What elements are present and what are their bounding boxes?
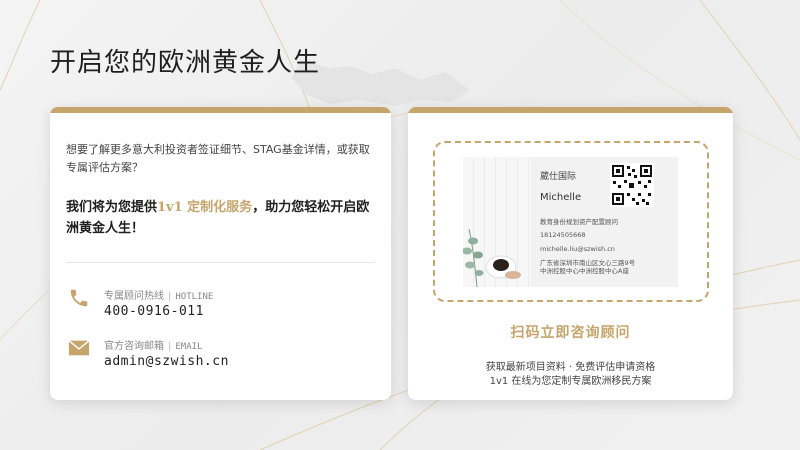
business-card-phone: 18124505668 [540,231,586,239]
business-card-email: michelle.liu@szwish.cn [540,245,615,253]
phone-icon [70,289,88,307]
envelope-icon [68,340,90,356]
email-label-cn: 官方咨询邮箱 [104,341,164,352]
business-card-name: Michelle [540,192,582,203]
business-card-company: 葳仕国际 [540,172,577,182]
hotline-label-cn: 专属顾问热线 [104,291,164,302]
business-card-address-2: 中洲控股中心中洲控股中心A座 [540,267,629,275]
divider [66,262,375,263]
page-title: 开启您的欧洲黄金人生 [50,48,321,78]
scan-cta-title: 扫码立即咨询顾问 [510,325,631,341]
email-label-en: EMAIL [175,342,203,352]
offer-highlight: 1v1 定制化服务 [157,200,253,215]
business-card-image: 葳仕国际 Michelle 教育身份规划资产配置顾问 18124505668 m… [463,157,678,287]
qr-consult-card: 葳仕国际 Michelle 教育身份规划资产配置顾问 18124505668 m… [408,107,733,400]
coffee-cup-decoration [485,255,521,279]
hotline-label-separator: | [168,291,172,302]
hotline-number[interactable]: 400-0916-011 [104,304,204,319]
service-offer-text: 我们将为您提供1v1 定制化服务，助力您轻松开启欧洲黄金人生！ [66,197,378,239]
email-row: 官方咨询邮箱 | EMAIL admin@szwish.cn [68,335,368,375]
scan-subtitle-line1: 获取最新项目资料 · 免费评估申请资格 [485,362,656,373]
scan-subtitle-line2: 1v1 在线为您定制专属欧洲移民方案 [489,376,652,387]
hotline-row: 专属顾问热线 | HOTLINE 400-0916-011 [68,285,368,325]
business-card-role: 教育身份规划资产配置顾问 [540,218,618,226]
offer-prefix: 我们将为您提供 [66,200,158,215]
email-label-separator: | [168,341,172,352]
intro-text: 想要了解更多意大利投资者签证细节、STAG基金详情，或获取专属评估方案？ [66,143,370,174]
hotline-label: 专属顾问热线 | HOTLINE [104,287,213,302]
qr-code[interactable] [610,163,654,207]
email-address[interactable]: admin@szwish.cn [104,354,229,369]
contact-info-card: 想要了解更多意大利投资者签证细节、STAG基金详情，或获取专属评估方案？ 我们将… [50,107,391,400]
hotline-label-en: HOTLINE [175,292,214,302]
email-label: 官方咨询邮箱 | EMAIL [104,337,202,352]
